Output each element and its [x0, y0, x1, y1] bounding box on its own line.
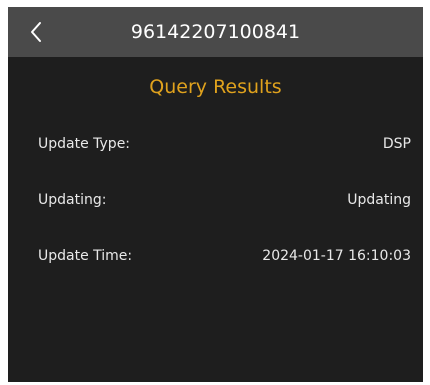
updating-value: Updating	[347, 192, 411, 208]
update-type-row: Update Type: DSP	[38, 132, 411, 156]
updating-label: Updating:	[38, 192, 107, 208]
update-type-value: DSP	[382, 136, 411, 152]
updating-row: Updating: Updating	[38, 188, 411, 212]
query-results-heading: Query Results	[149, 76, 282, 98]
page-title: 96142207100841	[130, 21, 301, 43]
update-time-label: Update Time:	[38, 248, 133, 264]
device-screen: 96142207100841 Query Results Update Type…	[8, 7, 423, 382]
update-time-row: Update Time: 2024-01-17 16:10:03	[38, 244, 411, 268]
title-bar: 96142207100841	[8, 7, 423, 57]
update-time-value: 2024-01-17 16:10:03	[262, 248, 411, 264]
update-type-label: Update Type:	[38, 136, 131, 152]
